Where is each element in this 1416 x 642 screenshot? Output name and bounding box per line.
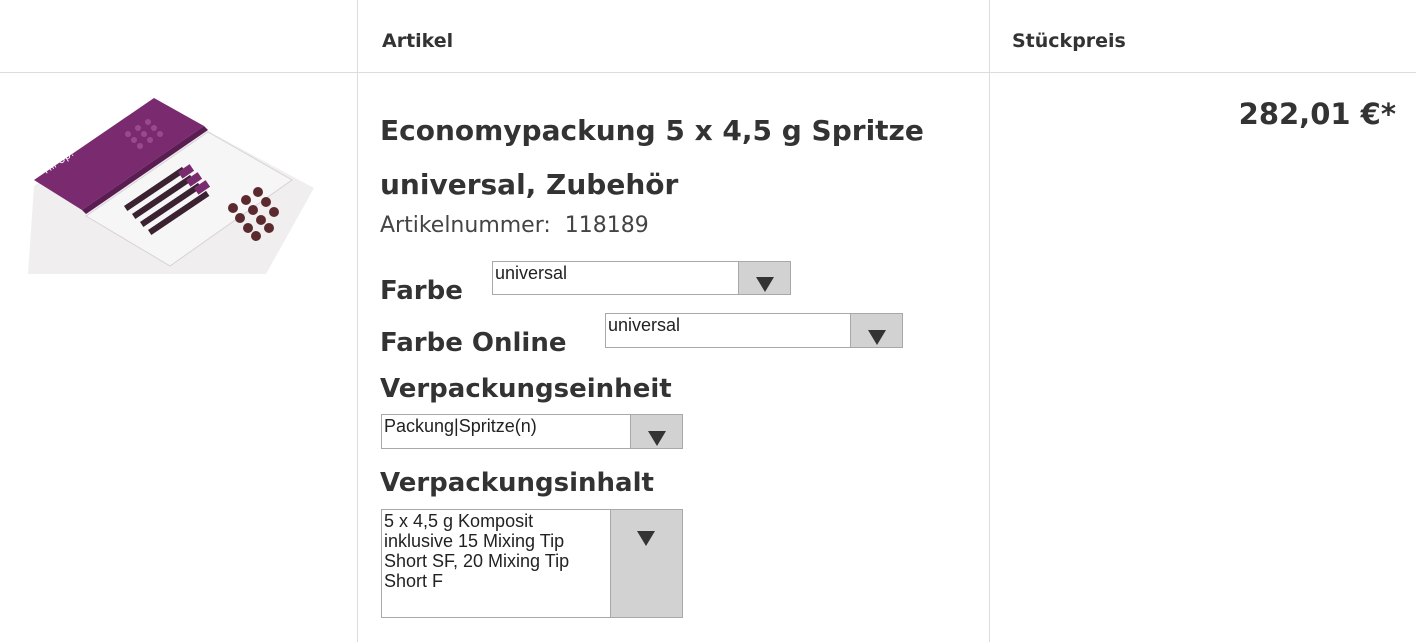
verpackungsinhalt-select-value: 5 x 4,5 g Komposit inklusive 15 Mixing T… [384, 511, 634, 591]
product-title-line: universal, Zubehör [380, 168, 679, 201]
unit-price: 282,01 €* [1238, 97, 1396, 131]
chevron-down-icon [648, 431, 666, 446]
verpackungseinheit-select-value: Packung|Spritze(n) [384, 416, 537, 436]
verpackungseinheit-dropdown-button[interactable] [630, 415, 682, 448]
option-label-verpackungseinheit: Verpackungseinheit [380, 374, 672, 404]
select-value-line: inklusive 15 Mixing Tip [384, 531, 565, 551]
select-value-line: 5 x 4,5 g Komposit [384, 511, 534, 531]
chevron-down-icon [756, 277, 774, 292]
chevron-down-icon [868, 330, 886, 345]
column-header-unit-price: Stückpreis [1012, 30, 1126, 52]
product-package-image: Fill-Up! [28, 98, 314, 274]
farbe-online-dropdown-button[interactable] [850, 314, 902, 347]
farbe-select-value: universal [495, 263, 568, 283]
select-value-line: Short F [384, 571, 444, 591]
option-label-farbe-online: Farbe Online [380, 328, 567, 358]
product-image[interactable]: Fill-Up! [28, 96, 318, 276]
article-number-label: Artikelnummer: [380, 213, 551, 238]
chevron-down-icon [637, 531, 655, 546]
column-divider [357, 0, 358, 642]
table-header: Artikel Stückpreis [0, 0, 1416, 73]
article-number: Artikelnummer: 118189 [380, 213, 649, 238]
column-divider [989, 0, 990, 642]
farbe-online-select[interactable]: universal [605, 313, 903, 348]
product-title-line: Economypackung 5 x 4,5 g Spritze [380, 114, 924, 147]
farbe-dropdown-button[interactable] [738, 262, 790, 294]
option-label-farbe: Farbe [380, 276, 463, 306]
verpackungsinhalt-select[interactable]: 5 x 4,5 g Komposit inklusive 15 Mixing T… [381, 509, 683, 618]
article-number-value: 118189 [564, 213, 649, 238]
column-header-article: Artikel [382, 30, 454, 52]
verpackungsinhalt-dropdown-button[interactable] [610, 510, 682, 617]
farbe-select[interactable]: universal [492, 261, 791, 295]
select-value-line: Short SF, 20 Mixing Tip [384, 551, 570, 571]
verpackungseinheit-select[interactable]: Packung|Spritze(n) [381, 414, 683, 449]
farbe-online-select-value: universal [608, 315, 681, 335]
option-label-verpackungsinhalt: Verpackungsinhalt [380, 468, 654, 498]
product-title[interactable]: Economypackung 5 x 4,5 g Spritze univers… [380, 104, 960, 212]
